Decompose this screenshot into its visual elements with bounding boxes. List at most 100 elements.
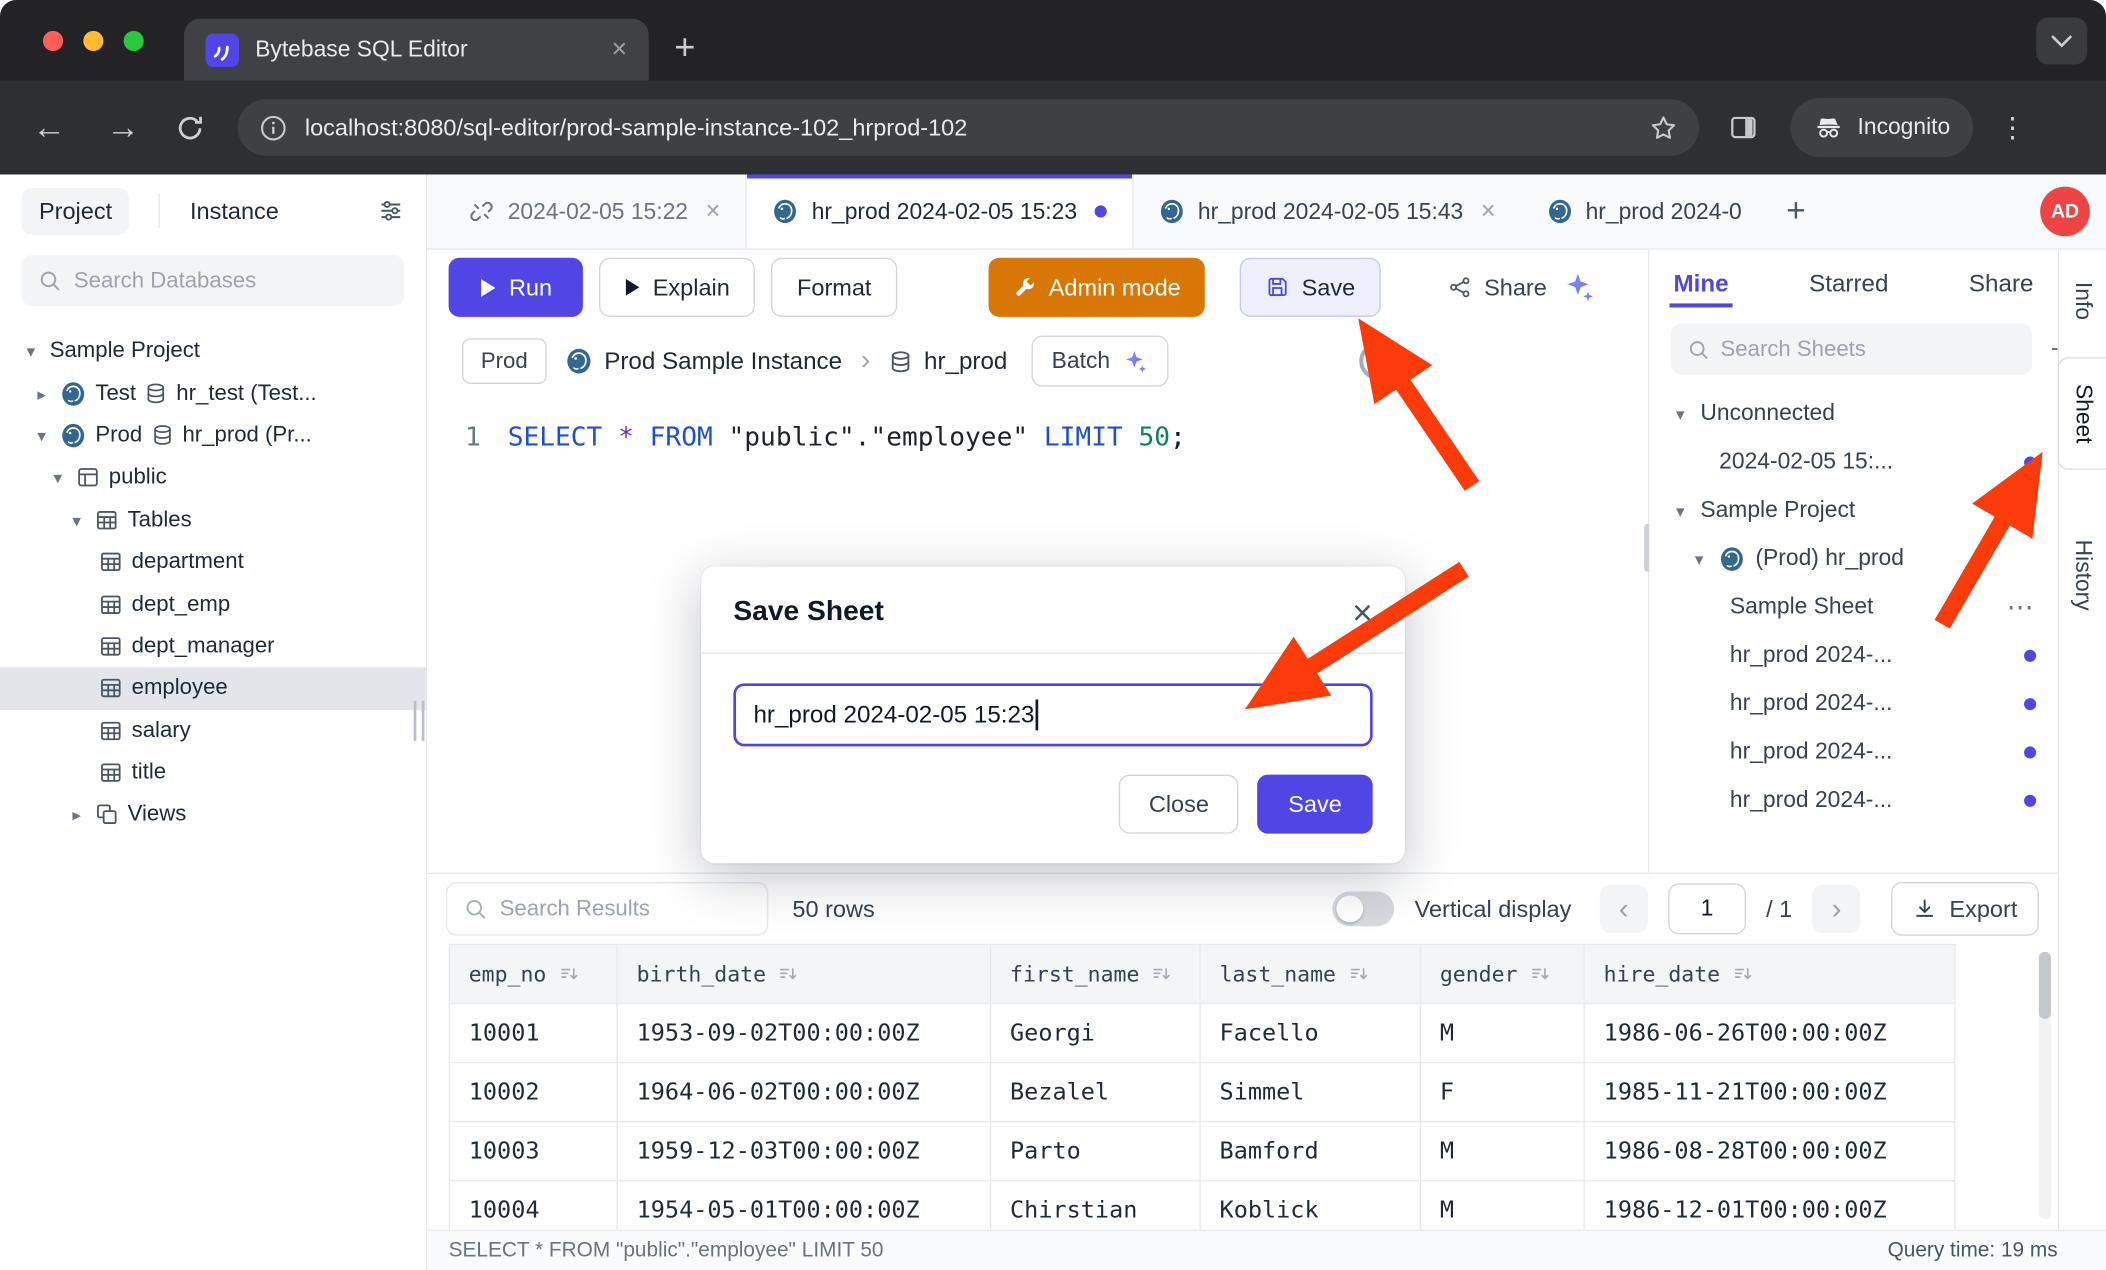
- ai-sparkle-icon[interactable]: [1563, 271, 1595, 303]
- sheet-item-unconnected[interactable]: ▾Unconnected: [1649, 389, 2057, 437]
- table-cell[interactable]: 1953-09-02T00:00:00Z: [618, 1004, 991, 1063]
- column-header-gender[interactable]: gender: [1421, 945, 1585, 1004]
- browser-tab[interactable]: Bytebase SQL Editor ×: [184, 19, 649, 81]
- results-search-input[interactable]: [500, 896, 751, 922]
- dialog-save-button[interactable]: Save: [1257, 775, 1372, 834]
- chevron-down-icon[interactable]: ▾: [32, 426, 51, 446]
- page-number-input[interactable]: [1668, 883, 1746, 934]
- dialog-close-button[interactable]: Close: [1119, 775, 1238, 834]
- sheet-name-input[interactable]: hr_prod 2024-02-05 15:23: [733, 683, 1372, 746]
- instance-crumb[interactable]: Prod Sample Instance: [565, 347, 842, 375]
- db-tree-item-test[interactable]: ▸Testhr_test (Test...: [0, 372, 426, 414]
- table-cell[interactable]: Bamford: [1201, 1122, 1421, 1181]
- strip-tab-history[interactable]: History: [2059, 513, 2106, 637]
- admin-mode-button[interactable]: Admin mode: [988, 258, 1205, 317]
- browser-menu-icon[interactable]: ⋮: [1999, 111, 2027, 145]
- table-cell[interactable]: 1986-06-26T00:00:00Z: [1585, 1004, 1956, 1063]
- table-cell[interactable]: F: [1421, 1063, 1585, 1122]
- sheet-tab-2024-02-05-15-22[interactable]: 2024-02-05 15:22×: [443, 175, 746, 249]
- sheet-item-2024-02-05-15[interactable]: 2024-02-05 15:...: [1649, 438, 2057, 486]
- chevron-down-icon[interactable]: ▾: [21, 341, 40, 361]
- sheet-tab-hr-prod-2024-02-05-15-23[interactable]: hr_prod 2024-02-05 15:23: [746, 175, 1134, 249]
- run-button[interactable]: Run: [449, 258, 583, 317]
- strip-tab-sheet[interactable]: Sheet: [2058, 357, 2106, 470]
- table-cell[interactable]: M: [1421, 1122, 1585, 1181]
- filter-icon[interactable]: [377, 197, 404, 224]
- new-tab-button[interactable]: +: [674, 27, 695, 69]
- db-tree-item-dept-emp[interactable]: dept_emp: [0, 583, 426, 625]
- db-tree-item-views[interactable]: ▸Views: [0, 794, 426, 836]
- format-button[interactable]: Format: [771, 258, 896, 317]
- site-info-icon[interactable]: [259, 113, 287, 141]
- tab-instance[interactable]: Instance: [190, 197, 279, 225]
- save-button[interactable]: Save: [1240, 258, 1381, 317]
- table-cell[interactable]: 1986-12-01T00:00:00Z: [1585, 1181, 1956, 1229]
- new-sheet-button[interactable]: +: [1767, 175, 1824, 249]
- column-header-last-name[interactable]: last_name: [1201, 945, 1421, 1004]
- table-cell[interactable]: 1959-12-03T00:00:00Z: [618, 1122, 991, 1181]
- more-actions-icon[interactable]: ⋯: [2007, 590, 2037, 624]
- sheet-item-prod-hr-prod[interactable]: ▾(Prod) hr_prod: [1649, 534, 2057, 582]
- close-tab-icon[interactable]: ×: [612, 34, 628, 65]
- db-tree-item-employee[interactable]: employee: [0, 667, 426, 709]
- sheet-item-hr-prod-2024[interactable]: hr_prod 2024-...: [1649, 728, 2057, 776]
- user-avatar[interactable]: AD: [2040, 187, 2090, 237]
- chevron-right-icon[interactable]: ▸: [67, 805, 86, 825]
- close-tab-icon[interactable]: ×: [1481, 197, 1496, 227]
- vertical-display-toggle[interactable]: [1333, 891, 1395, 926]
- collapse-panel-icon[interactable]: [2048, 336, 2057, 363]
- export-button[interactable]: Export: [1892, 882, 2039, 936]
- table-cell[interactable]: 10001: [449, 1004, 618, 1063]
- window-minimize-button[interactable]: [83, 31, 103, 51]
- forward-button[interactable]: →: [106, 111, 140, 145]
- results-search[interactable]: [446, 882, 768, 936]
- sheet-item-hr-prod-2024[interactable]: hr_prod 2024-...: [1649, 679, 2057, 727]
- tab-share[interactable]: Share: [1969, 269, 2034, 297]
- table-cell[interactable]: Facello: [1201, 1004, 1421, 1063]
- table-cell[interactable]: 1954-05-01T00:00:00Z: [618, 1181, 991, 1229]
- table-cell[interactable]: 10004: [449, 1181, 618, 1229]
- chevron-down-icon[interactable]: ▾: [1671, 500, 1690, 520]
- db-tree-item-department[interactable]: department: [0, 541, 426, 583]
- sheet-item-sample-project[interactable]: ▾Sample Project: [1649, 486, 2057, 534]
- sheet-search-input[interactable]: [1721, 336, 2016, 362]
- side-panel-icon[interactable]: [1729, 113, 1759, 143]
- close-tab-icon[interactable]: ×: [705, 197, 720, 227]
- db-tree-item-sample-project[interactable]: ▾Sample Project: [0, 330, 426, 372]
- column-header-hire-date[interactable]: hire_date: [1585, 945, 1956, 1004]
- results-scrollbar[interactable]: [2039, 952, 2051, 1219]
- sheet-item-hr-prod-2024[interactable]: hr_prod 2024-...: [1649, 776, 2057, 824]
- strip-tab-info[interactable]: Info: [2059, 266, 2106, 336]
- table-cell[interactable]: Georgi: [991, 1004, 1201, 1063]
- chevron-down-icon[interactable]: ▾: [67, 510, 86, 530]
- table-cell[interactable]: M: [1421, 1181, 1585, 1229]
- environment-chip[interactable]: Prod: [462, 338, 546, 384]
- table-cell[interactable]: 10003: [449, 1122, 618, 1181]
- table-cell[interactable]: M: [1421, 1004, 1585, 1063]
- sheet-item-hr-prod-2024[interactable]: hr_prod 2024-...: [1649, 631, 2057, 679]
- column-header-first-name[interactable]: first_name: [991, 945, 1201, 1004]
- database-search[interactable]: [21, 255, 404, 306]
- batch-button[interactable]: Batch: [1032, 336, 1168, 387]
- table-cell[interactable]: Koblick: [1201, 1181, 1421, 1229]
- db-tree-item-title[interactable]: title: [0, 752, 426, 794]
- db-tree-item-prod[interactable]: ▾Prodhr_prod (Pr...: [0, 415, 426, 457]
- database-search-input[interactable]: [74, 268, 388, 294]
- share-button[interactable]: Share: [1434, 258, 1560, 317]
- window-zoom-button[interactable]: [124, 31, 144, 51]
- table-cell[interactable]: 10002: [449, 1063, 618, 1122]
- tab-search-button[interactable]: [2036, 17, 2087, 64]
- address-bar[interactable]: localhost:8080/sql-editor/prod-sample-in…: [238, 99, 1699, 155]
- db-tree-item-dept-manager[interactable]: dept_manager: [0, 625, 426, 667]
- prev-page-button[interactable]: ‹: [1600, 885, 1648, 933]
- db-tree-item-public[interactable]: ▾public: [0, 457, 426, 499]
- db-tree-item-tables[interactable]: ▾Tables: [0, 499, 426, 541]
- table-cell[interactable]: Parto: [991, 1122, 1201, 1181]
- tab-mine[interactable]: Mine: [1674, 269, 1729, 297]
- sidebar-resize-handle[interactable]: [414, 701, 425, 741]
- table-cell[interactable]: Bezalel: [991, 1063, 1201, 1122]
- chevron-down-icon[interactable]: ▾: [48, 468, 67, 488]
- table-cell[interactable]: Simmel: [1201, 1063, 1421, 1122]
- sheet-search[interactable]: [1671, 324, 2032, 375]
- chevron-right-icon[interactable]: ▸: [32, 383, 51, 403]
